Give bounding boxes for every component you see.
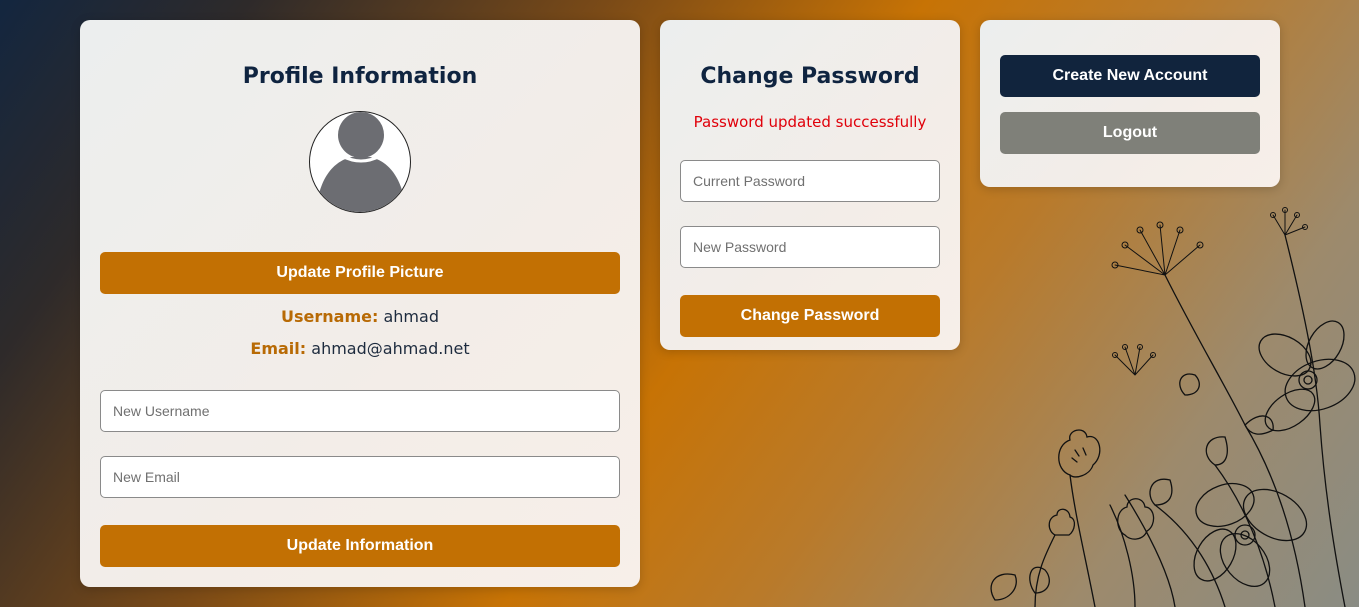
account-card: Create New Account Logout [980,20,1280,187]
flower-mid [1193,482,1308,587]
email-line: Email: ahmad@ahmad.net [80,339,640,358]
profile-title: Profile Information [242,64,478,89]
password-title: Change Password [700,64,920,89]
email-label: Email: [250,339,307,358]
create-new-account-button[interactable]: Create New Account [1000,55,1260,97]
password-card: Change Password Password updated success… [660,20,960,350]
leaves [990,373,1274,601]
umbel-flowers [1111,207,1308,376]
email-value: ahmad@ahmad.net [311,339,470,358]
clover-flowers [1048,429,1155,540]
user-silhouette-icon [316,112,406,212]
password-status-message: Password updated successfully [693,113,927,131]
username-label: Username: [281,307,379,326]
avatar [309,111,411,213]
wildflower-decoration [990,207,1356,607]
update-information-button[interactable]: Update Information [100,525,620,567]
new-username-input[interactable] [100,390,620,432]
flower-large-right [1258,320,1356,432]
update-profile-picture-button[interactable]: Update Profile Picture [100,252,620,294]
logout-button[interactable]: Logout [1000,112,1260,154]
profile-card: Profile Information Update Profile Pictu… [80,20,640,587]
username-line: Username: ahmad [80,307,640,326]
username-value: ahmad [383,307,439,326]
new-password-input[interactable] [680,226,940,268]
new-email-input[interactable] [100,456,620,498]
current-password-input[interactable] [680,160,940,202]
change-password-button[interactable]: Change Password [680,295,940,337]
